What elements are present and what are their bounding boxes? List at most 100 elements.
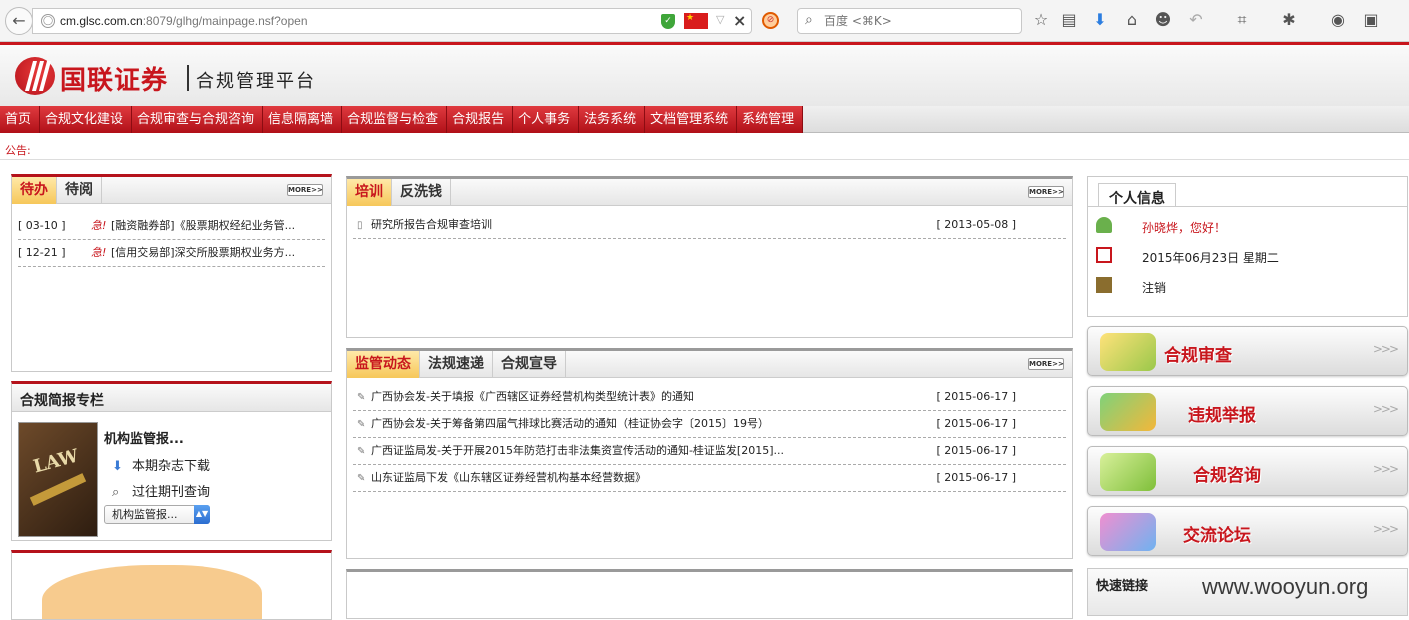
menu-item-review-consult[interactable]: 合规审查与合规咨询 (132, 106, 264, 133)
menu-item-system[interactable]: 系统管理 (737, 106, 804, 133)
item-date: [ 2013-05-08 ] (936, 218, 1016, 231)
list-item[interactable]: ✎ 广西协会发-关于筹备第四届气排球比赛活动的通知（桂证协会字〔2015〕19号… (353, 411, 1066, 438)
download-icon[interactable]: ⬇ (1090, 10, 1110, 29)
bug-icon[interactable]: ✱ (1279, 10, 1299, 29)
tab-compliance-promotion[interactable]: 合规宣导 (493, 351, 566, 378)
browser-toolbar: ← ◯ cm.glsc.com.cn:8079/glhg/mainpage.ns… (0, 0, 1409, 42)
item-date: [ 2015-06-17 ] (936, 471, 1016, 484)
emoji-icon[interactable]: ☻ (1153, 10, 1173, 29)
training-panel: 培训 反洗钱 MORE>> ▯ 研究所报告合规审查培训 [ 2013-05-08… (346, 176, 1073, 338)
item-title[interactable]: 广西协会发-关于筹备第四届气排球比赛活动的通知（桂证协会字〔2015〕19号） (371, 411, 931, 437)
list-item[interactable]: [ 03-10 ] 急! [融资融券部]《股票期权经纪业务管... (18, 213, 325, 240)
compliance-consult-button[interactable]: 合规咨询 >>> (1087, 446, 1408, 496)
china-flag-icon[interactable]: ★ (684, 13, 708, 29)
law-book-image: LAW (18, 422, 98, 537)
close-icon[interactable]: × (733, 11, 746, 30)
button-label: 合规审查 (1164, 346, 1232, 366)
tab-law-express[interactable]: 法规速递 (420, 351, 493, 378)
issue-select[interactable]: 机构监管报... ▲▼ (104, 505, 210, 524)
menu-item-culture[interactable]: 合规文化建设 (40, 106, 133, 133)
main-menu: 首页 合规文化建设 合规审查与合规咨询 信息隔离墙 合规监督与检查 合规报告 个… (0, 106, 804, 133)
regulation-panel: 监管动态 法规速递 合规宣导 MORE>> ✎ 广西协会发-关于填报《广西辖区证… (346, 348, 1073, 559)
search-icon: ⌕ (805, 12, 813, 28)
home-icon[interactable]: ⌂ (1122, 10, 1142, 29)
tab-training[interactable]: 培训 (347, 179, 392, 206)
button-label: 交流论坛 (1183, 526, 1251, 546)
menu-item-documents[interactable]: 文档管理系统 (645, 106, 738, 133)
url-bar[interactable]: ◯ cm.glsc.com.cn:8079/glhg/mainpage.nsf?… (32, 8, 752, 34)
edit-icon: ✎ (357, 473, 366, 484)
tab-regulatory-news[interactable]: 监管动态 (347, 351, 420, 378)
compliance-review-button[interactable]: 合规审查 >>> (1087, 326, 1408, 376)
download-link[interactable]: ⬇ 本期杂志下载 (112, 455, 210, 474)
menu-item-personal[interactable]: 个人事务 (513, 106, 580, 133)
list-item[interactable]: ✎ 山东证监局下发《山东辖区证券经营机构基本经营数据》 [ 2015-06-17… (353, 465, 1066, 492)
logout-link[interactable]: 注销 (1096, 277, 1166, 296)
gavel-icon (29, 473, 87, 506)
chevrons-icon: >>> (1372, 402, 1399, 416)
tab-anti-money-laundering[interactable]: 反洗钱 (392, 179, 451, 206)
extension-icon[interactable]: ◉ (1328, 10, 1348, 29)
menu-item-legal[interactable]: 法务系统 (579, 106, 646, 133)
tab-personal-info[interactable]: 个人信息 (1098, 183, 1176, 207)
item-title[interactable]: 研究所报告合规审查培训 (371, 212, 931, 238)
user-icon (1096, 217, 1112, 233)
train-icon[interactable]: ▣ (1361, 10, 1381, 29)
chevrons-icon: >>> (1372, 342, 1399, 356)
notice-bar: 公告: (0, 134, 1409, 160)
menu-item-report[interactable]: 合规报告 (447, 106, 514, 133)
map-panel (11, 550, 332, 620)
china-map-image[interactable] (42, 565, 262, 619)
star-icon[interactable]: ☆ (1031, 10, 1051, 29)
logout-icon (1096, 277, 1112, 293)
globe-icon: ◯ (41, 14, 55, 28)
brief-panel: 合规简报专栏 LAW 机构监管报... ⬇ 本期杂志下载 ⌕ 过往期刊查询 机构监管… (11, 381, 332, 541)
tab-to-read[interactable]: 待阅 (57, 177, 102, 204)
more-button[interactable]: MORE>> (1028, 358, 1064, 370)
menu-item-home[interactable]: 首页 (0, 106, 41, 133)
crop-icon[interactable]: ⌗ (1232, 10, 1252, 30)
book-cover-text: LAW (31, 445, 81, 478)
history-link[interactable]: ⌕ 过往期刊查询 (112, 481, 210, 500)
item-date: [ 2015-06-17 ] (936, 444, 1016, 457)
shield-icon[interactable]: ✓ (661, 14, 675, 29)
pencil-icon (1100, 333, 1156, 371)
site-header: 国联证券 合规管理平台 (0, 42, 1409, 106)
chevron-down-icon[interactable]: ▽ (716, 13, 724, 26)
platform-title: 合规管理平台 (196, 71, 316, 92)
menu-item-supervision[interactable]: 合规监督与检查 (342, 106, 448, 133)
brief-item-title[interactable]: 机构监管报... (104, 428, 184, 447)
back-arrow-icon[interactable]: ← (5, 7, 33, 35)
item-title[interactable]: 广西协会发-关于填报《广西辖区证券经营机构类型统计表》的通知 (371, 384, 931, 410)
list-item[interactable]: ✎ 广西协会发-关于填报《广西辖区证券经营机构类型统计表》的通知 [ 2015-… (353, 384, 1066, 411)
magnifier-icon: ⌕ (112, 485, 120, 500)
user-info-panel: 个人信息 孙晓烨，您好！ 2015年06月23日 星期二 注销 (1087, 176, 1408, 317)
list-item[interactable]: ✎ 广西证监局发-关于开展2015年防范打击非法集资宣传活动的通知-桂证监发[2… (353, 438, 1066, 465)
more-button[interactable]: MORE>> (1028, 186, 1064, 198)
chevrons-icon: >>> (1372, 462, 1399, 476)
disc-icon (1100, 453, 1156, 491)
menu-item-info-barrier[interactable]: 信息隔离墙 (263, 106, 343, 133)
item-title[interactable]: 山东证监局下发《山东辖区证券经营机构基本经营数据》 (371, 465, 931, 491)
blocker-icon[interactable]: ⊘ (762, 12, 779, 29)
edit-icon: ✎ (357, 419, 366, 430)
reading-list-icon[interactable]: ▤ (1059, 10, 1079, 29)
forum-button[interactable]: 交流论坛 >>> (1087, 506, 1408, 556)
list-item[interactable]: [ 12-21 ] 急! [信用交易部]深交所股票期权业务方... (18, 240, 325, 267)
item-title[interactable]: [信用交易部]深交所股票期权业务方... (111, 240, 319, 266)
violation-report-button[interactable]: 违规举报 >>> (1087, 386, 1408, 436)
people-icon (1100, 513, 1156, 551)
urgent-flag: 急! (91, 219, 107, 232)
list-item[interactable]: ▯ 研究所报告合规审查培训 [ 2013-05-08 ] (353, 212, 1066, 239)
url-text[interactable]: cm.glsc.com.cn:8079/glhg/mainpage.nsf?op… (60, 14, 308, 28)
main-menu-bar: 首页 合规文化建设 合规审查与合规咨询 信息隔离墙 合规监督与检查 合规报告 个… (0, 106, 1409, 133)
item-title[interactable]: [融资融券部]《股票期权经纪业务管... (111, 213, 319, 239)
item-title[interactable]: 广西证监局发-关于开展2015年防范打击非法集资宣传活动的通知-桂证监发[201… (371, 438, 931, 464)
search-input[interactable] (824, 13, 1014, 29)
more-button[interactable]: MORE>> (287, 184, 323, 196)
tab-todo[interactable]: 待办 (12, 177, 57, 204)
search-bar[interactable]: ⌕ (797, 8, 1022, 34)
edit-icon: ✎ (357, 392, 366, 403)
todo-tabs: 待办 待阅 MORE>> (12, 177, 331, 204)
undo-icon[interactable]: ↶ (1186, 10, 1206, 29)
